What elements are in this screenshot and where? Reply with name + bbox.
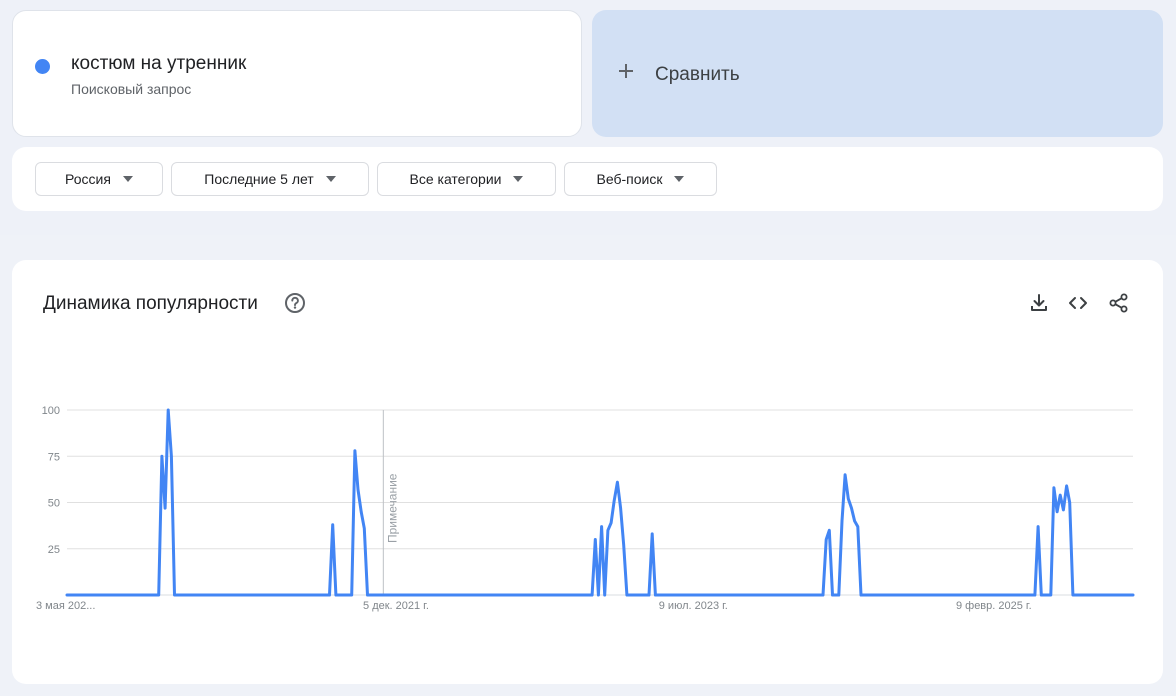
y-tick-label: 75 [48,451,60,463]
annotation-label[interactable]: Примечание [385,473,399,543]
search-type-dropdown[interactable]: Веб-поиск [564,162,717,196]
plus-icon [618,60,634,84]
caret-down-icon [325,176,336,182]
compare-label: Сравнить [655,64,740,85]
x-tick-label: 9 февр. 2025 г. [956,600,1032,612]
search-term-subtitle: Поисковый запрос [71,81,192,97]
region-dropdown-label: Россия [65,171,111,187]
compare-button[interactable]: Сравнить [592,10,1163,137]
y-tick-labels: 25 50 75 100 [42,405,60,556]
y-tick-label: 50 [48,498,60,510]
period-dropdown-label: Последние 5 лет [204,171,314,187]
y-tick-label: 100 [42,405,60,417]
region-dropdown[interactable]: Россия [35,162,163,196]
x-tick-label: 3 мая 202... [36,600,95,612]
period-dropdown[interactable]: Последние 5 лет [171,162,369,196]
interest-line-chart: Примечание 25 50 75 100 3 мая 202... 5 дек. … [36,405,1135,612]
search-term-card[interactable]: костюм на утренник Поисковый запрос [12,10,582,137]
category-dropdown-label: Все категории [409,171,502,187]
interest-over-time-card: Динамика популярности Примечание 25 50 75 1… [12,260,1163,684]
x-tick-label: 9 июл. 2023 г. [659,600,728,612]
category-dropdown[interactable]: Все категории [377,162,556,196]
filter-bar: Россия Последние 5 лет Все категории Веб… [12,147,1163,211]
x-tick-labels: 3 мая 202... 5 дек. 2021 г. 9 июл. 2023 г.… [36,600,1032,612]
caret-down-icon [513,176,524,182]
term-color-dot [35,59,50,74]
search-type-dropdown-label: Веб-поиск [596,171,663,187]
x-tick-label: 5 дек. 2021 г. [363,600,429,612]
caret-down-icon [122,176,133,182]
caret-down-icon [674,176,685,182]
y-tick-label: 25 [48,544,60,556]
search-term-title[interactable]: костюм на утренник [71,53,246,75]
